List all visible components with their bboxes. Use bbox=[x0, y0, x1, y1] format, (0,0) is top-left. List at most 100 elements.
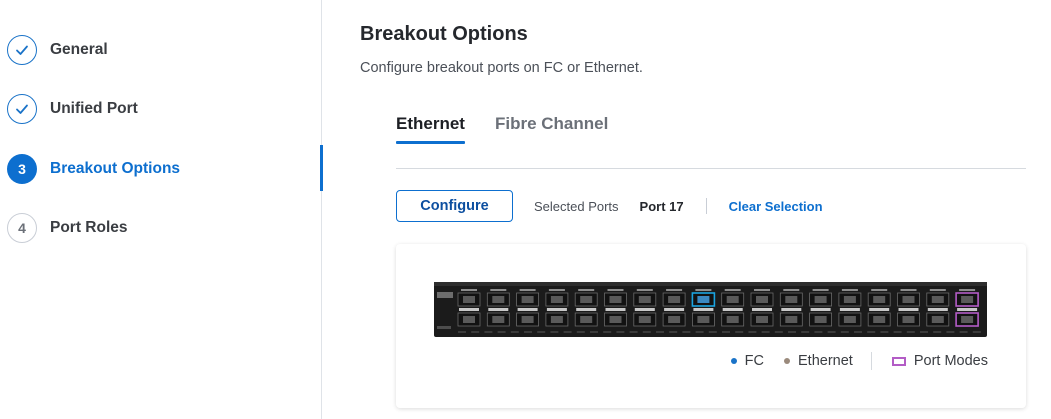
port-connector bbox=[726, 316, 739, 323]
vent-slot bbox=[959, 331, 968, 333]
port-label bbox=[636, 289, 653, 291]
port-connector bbox=[463, 316, 475, 323]
port-connector bbox=[609, 296, 622, 303]
port-connector bbox=[756, 316, 768, 323]
port-connector bbox=[931, 316, 944, 323]
port-connector bbox=[961, 316, 974, 323]
vent-slot bbox=[576, 331, 585, 333]
selected-ports-value: Port 17 bbox=[639, 198, 684, 214]
vent-slot bbox=[524, 331, 532, 333]
vent-slot bbox=[801, 331, 810, 333]
port-connector bbox=[902, 316, 915, 323]
port-connector bbox=[961, 296, 974, 303]
port-status-strip bbox=[810, 308, 831, 311]
vent-slot bbox=[629, 331, 638, 333]
step-number: 4 bbox=[7, 213, 37, 243]
tab-fibre-channel[interactable]: Fibre Channel bbox=[495, 112, 608, 144]
port-status-strip bbox=[517, 308, 538, 311]
port-status-strip bbox=[664, 308, 685, 311]
port-status-strip bbox=[576, 308, 597, 311]
vent-slot bbox=[708, 331, 717, 333]
port-label bbox=[666, 289, 683, 291]
port-connector bbox=[463, 296, 475, 303]
port-modes-box-icon bbox=[891, 356, 906, 366]
port-connector bbox=[902, 296, 915, 303]
port-label bbox=[490, 289, 507, 291]
vent-slot bbox=[774, 331, 783, 333]
port-status-strip bbox=[722, 308, 743, 311]
clear-selection-link[interactable]: Clear Selection bbox=[729, 199, 823, 214]
vent-slot bbox=[840, 331, 849, 333]
port-connector bbox=[521, 296, 534, 303]
port-status-strip bbox=[957, 308, 978, 311]
vent-slot bbox=[722, 331, 730, 333]
vent-slot bbox=[761, 331, 770, 333]
step-general[interactable]: General bbox=[7, 34, 322, 66]
port-status-strip bbox=[459, 308, 479, 311]
port-connector bbox=[931, 296, 944, 303]
chassis-label bbox=[437, 326, 451, 329]
tab-ethernet[interactable]: Ethernet bbox=[396, 112, 465, 144]
fc-dot-icon bbox=[730, 358, 737, 364]
vent-slot bbox=[537, 331, 546, 333]
vent-slot bbox=[510, 331, 519, 333]
port-connector bbox=[580, 316, 593, 323]
vent-slot bbox=[497, 331, 506, 333]
vent-slot bbox=[484, 331, 493, 333]
legend-port-modes-label: Port Modes bbox=[913, 353, 988, 369]
port-connector bbox=[521, 316, 534, 323]
vent-slot bbox=[695, 331, 704, 333]
vent-slot bbox=[827, 331, 836, 333]
port-status-strip bbox=[898, 308, 919, 311]
port-connector bbox=[668, 296, 681, 303]
legend-fc-label: FC bbox=[744, 353, 765, 369]
port-label bbox=[812, 289, 829, 291]
vent-slot bbox=[616, 331, 625, 333]
port-status-strip bbox=[839, 308, 860, 311]
switch-card: FC Ethernet Port Modes bbox=[396, 244, 1026, 408]
step-breakout-options[interactable]: 3 Breakout Options bbox=[7, 153, 322, 185]
port-connector bbox=[580, 296, 593, 303]
selection-toolbar: Configure Selected Ports Port 17 Clear S… bbox=[396, 190, 823, 222]
port-label bbox=[548, 289, 565, 291]
switch-front-panel bbox=[434, 282, 987, 337]
port-label bbox=[461, 289, 477, 291]
configure-button[interactable]: Configure bbox=[396, 190, 513, 222]
check-icon bbox=[7, 94, 37, 124]
vent-slot bbox=[867, 331, 876, 333]
port-status-strip bbox=[605, 308, 626, 311]
port-connector bbox=[697, 316, 710, 323]
step-unified-port[interactable]: Unified Port bbox=[7, 93, 322, 125]
port-label bbox=[724, 289, 741, 291]
port-label bbox=[695, 289, 712, 291]
main-panel: Breakout Options Configure breakout port… bbox=[360, 0, 1050, 419]
port-legend: FC Ethernet Port Modes bbox=[711, 352, 988, 370]
port-status-strip bbox=[781, 308, 802, 311]
port-label bbox=[841, 289, 858, 291]
vent-slot bbox=[933, 331, 942, 333]
vent-slot bbox=[854, 331, 862, 333]
legend-fc: FC bbox=[730, 353, 765, 369]
port-label bbox=[871, 289, 888, 291]
vent-slot bbox=[656, 331, 664, 333]
vent-slot bbox=[920, 331, 928, 333]
vent-slot bbox=[590, 331, 598, 333]
vent-slot bbox=[603, 331, 612, 333]
legend-port-modes: Port Modes bbox=[891, 353, 988, 369]
active-step-indicator bbox=[320, 145, 323, 191]
tabs-divider bbox=[396, 168, 1026, 169]
vent-slot bbox=[471, 331, 480, 333]
port-label bbox=[783, 289, 800, 291]
port-connector bbox=[550, 316, 563, 323]
port-label bbox=[754, 289, 770, 291]
port-connector bbox=[843, 296, 856, 303]
vent-slot bbox=[946, 331, 955, 333]
ethernet-dot-icon bbox=[784, 358, 791, 364]
page-subtitle: Configure breakout ports on FC or Ethern… bbox=[360, 60, 643, 76]
port-connector bbox=[843, 316, 856, 323]
step-port-roles[interactable]: 4 Port Roles bbox=[7, 212, 322, 244]
port-connector bbox=[873, 316, 886, 323]
legend-ethernet: Ethernet bbox=[784, 353, 853, 369]
wizard-sidebar: General Unified Port 3 Breakout Options … bbox=[0, 0, 323, 419]
port-status-strip bbox=[693, 308, 714, 311]
